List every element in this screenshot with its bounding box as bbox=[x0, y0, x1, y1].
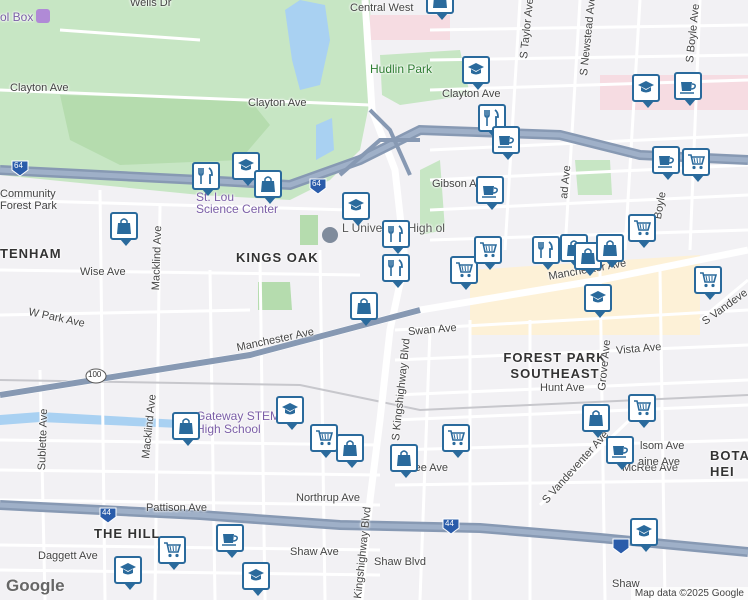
restaurant-pin[interactable] bbox=[192, 162, 220, 196]
camera-icon bbox=[36, 9, 50, 23]
northrup-ave-label: Northrup Ave bbox=[296, 492, 361, 504]
clayton-ave-center-label: Clayton Ave bbox=[248, 97, 307, 109]
map-canvas[interactable]: Central West Wells Dr ol Box Hudlin Park… bbox=[0, 0, 748, 600]
green-block bbox=[575, 160, 612, 195]
shopping-pin[interactable] bbox=[596, 234, 624, 268]
grocery-pin[interactable] bbox=[682, 148, 710, 182]
blaine-ave-label: aine Ave bbox=[638, 456, 681, 468]
shaw-blvd-label: Shaw Blvd bbox=[374, 556, 426, 568]
the-hill-label: THE HILL bbox=[94, 526, 161, 541]
shaw-ave-label: Shaw Ave bbox=[290, 546, 339, 558]
cafe-pin[interactable] bbox=[606, 436, 634, 470]
cafe-pin[interactable] bbox=[476, 176, 504, 210]
community-forest-park-label: Community Forest Park bbox=[0, 188, 57, 212]
school-pin[interactable] bbox=[630, 518, 658, 552]
kings-oak-label: KINGS OAK bbox=[236, 250, 319, 265]
hudlin-park-label: Hudlin Park bbox=[370, 62, 433, 76]
shopping-pin[interactable] bbox=[254, 170, 282, 204]
sublette-ave-label: Sublette Ave bbox=[36, 408, 51, 471]
park-patch bbox=[258, 282, 292, 310]
macklind-ave-label: Macklind Ave bbox=[150, 225, 165, 291]
daggett-ave-label: Daggett Ave bbox=[38, 550, 98, 562]
us100-number: 100 bbox=[88, 370, 102, 379]
pattison-ave-label: Pattison Ave bbox=[146, 502, 207, 514]
cafe-pin[interactable] bbox=[216, 524, 244, 558]
cafe-pin[interactable] bbox=[652, 146, 680, 180]
toy-box-label: ol Box bbox=[0, 10, 34, 24]
restaurant-pin[interactable] bbox=[382, 220, 410, 254]
folsom-ave-label: lsom Ave bbox=[640, 440, 685, 452]
hunt-ave-label: Hunt Ave bbox=[540, 382, 585, 394]
i64-west-number: 64 bbox=[14, 161, 23, 170]
school-pin[interactable] bbox=[276, 396, 304, 430]
wells-dr-label: Wells Dr bbox=[130, 0, 172, 9]
school-pin[interactable] bbox=[584, 284, 612, 318]
tenham-label: TENHAM bbox=[0, 246, 62, 261]
science-center-label: Science Center bbox=[196, 202, 279, 216]
i44-west-number: 44 bbox=[102, 508, 111, 517]
school-pin[interactable] bbox=[632, 74, 660, 108]
grocery-pin[interactable] bbox=[628, 214, 656, 248]
school-pin[interactable] bbox=[114, 556, 142, 590]
shopping-pin[interactable] bbox=[350, 292, 378, 326]
grocery-pin[interactable] bbox=[310, 424, 338, 458]
school-field bbox=[300, 215, 318, 245]
restaurant-pin[interactable] bbox=[382, 254, 410, 288]
school-poi-icon bbox=[322, 227, 338, 243]
wise-ave-label: Wise Ave bbox=[80, 266, 126, 278]
restaurant-pin[interactable] bbox=[532, 236, 560, 270]
shopping-pin[interactable] bbox=[336, 434, 364, 468]
botanical-heights-label: BOTA HEI bbox=[710, 448, 748, 479]
i64-center-number: 64 bbox=[312, 179, 321, 188]
cafe-pin[interactable] bbox=[492, 126, 520, 160]
map-attribution: Map data ©2025 Google bbox=[630, 587, 748, 600]
grocery-pin[interactable] bbox=[442, 424, 470, 458]
school-pin[interactable] bbox=[342, 192, 370, 226]
school-pin[interactable] bbox=[242, 562, 270, 596]
shopping-pin[interactable] bbox=[582, 404, 610, 438]
cafe-pin[interactable] bbox=[674, 72, 702, 106]
school-pin[interactable] bbox=[462, 56, 490, 90]
google-logo: Google bbox=[6, 576, 65, 595]
grocery-pin[interactable] bbox=[474, 236, 502, 270]
grocery-pin[interactable] bbox=[694, 266, 722, 300]
shopping-pin[interactable] bbox=[426, 0, 454, 20]
clayton-ave-west-label: Clayton Ave bbox=[10, 82, 69, 94]
shopping-pin[interactable] bbox=[110, 212, 138, 246]
shopping-pin[interactable] bbox=[172, 412, 200, 446]
grocery-pin[interactable] bbox=[628, 394, 656, 428]
i44-east-number: 44 bbox=[445, 519, 454, 528]
grocery-pin[interactable] bbox=[158, 536, 186, 570]
shopping-pin[interactable] bbox=[390, 444, 418, 478]
central-west-label: Central West bbox=[350, 2, 414, 14]
